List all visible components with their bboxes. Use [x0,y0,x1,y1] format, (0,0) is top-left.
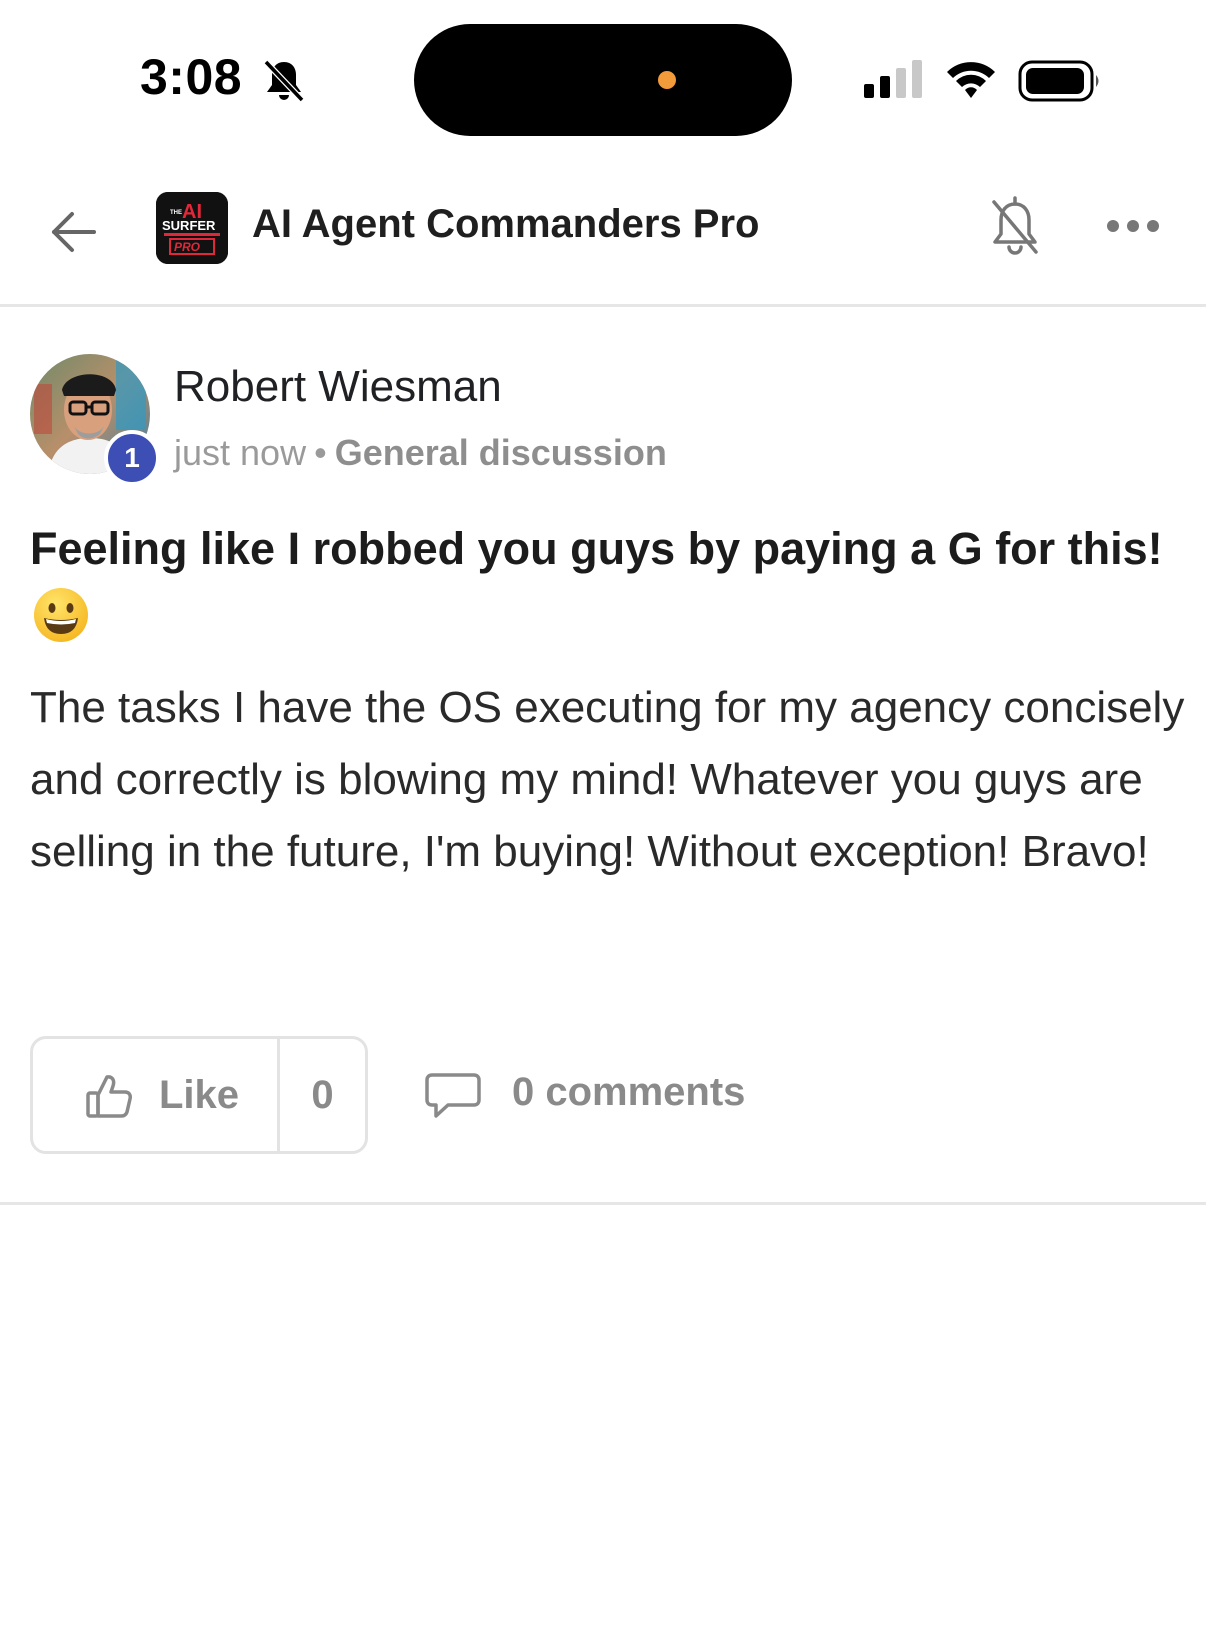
post-category[interactable]: General discussion [335,432,667,473]
level-badge: 1 [104,430,160,486]
status-time: 3:08 [140,49,243,105]
cellular-signal-icon [864,60,922,98]
bell-slash-icon[interactable] [988,194,1042,258]
dynamic-island [414,24,792,136]
post-divider [0,1202,1206,1205]
logo-text-the: THE [170,210,182,216]
like-group: Like 0 [30,1036,368,1154]
group-title: AI Agent Commanders Pro [252,202,760,246]
post-body: The tasks I have the OS executing for my… [30,683,1185,876]
comment-icon[interactable] [424,1072,482,1120]
ellipsis-icon[interactable] [1106,216,1160,236]
post-title: Feeling like I robbed you guys by paying… [30,523,1163,574]
logo-text-surfer: SURFER [162,218,216,233]
bell-slash-icon [263,59,305,103]
group-logo[interactable]: THE AI SURFER PRO [156,192,228,264]
like-count[interactable]: 0 [277,1073,368,1118]
grinning-face-emoji [34,588,88,642]
thumbs-up-icon [86,1075,132,1118]
comments-link[interactable]: 0 comments [512,1070,745,1115]
like-button[interactable]: Like [33,1039,280,1151]
meta-separator: • [314,432,327,473]
status-bar: 3:08 [0,0,1206,150]
group-header: THE AI SURFER PRO AI Agent Commanders Pr… [0,170,1206,307]
logo-text-pro: PRO [174,240,201,254]
battery-icon [1018,60,1099,102]
author-name[interactable]: Robert Wiesman [174,362,502,412]
post-time: just now [174,432,307,473]
wifi-icon [947,62,995,98]
arrow-left-icon[interactable] [48,206,100,258]
privacy-indicator-dot [658,71,676,89]
post-meta: just now • General discussion [174,432,667,474]
like-label: Like [159,1073,240,1117]
